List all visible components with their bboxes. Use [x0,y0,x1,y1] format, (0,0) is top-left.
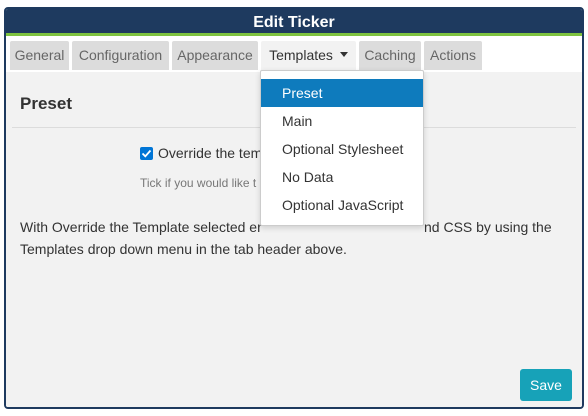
dropdown-item-optional-javascript[interactable]: Optional JavaScript [261,191,423,219]
description-line-1-left: With Override the Template selected er [20,219,262,235]
dropdown-item-no-data[interactable]: No Data [261,163,423,191]
tab-configuration[interactable]: Configuration [72,41,169,70]
dropdown-item-preset[interactable]: Preset [261,79,423,107]
section-title: Preset [20,94,72,113]
tab-bar: General Configuration Appearance Templat… [6,39,582,72]
dropdown-item-optional-stylesheet[interactable]: Optional Stylesheet [261,135,423,163]
tab-templates-label: Templates [269,47,333,63]
tab-general[interactable]: General [10,41,69,70]
dialog-title: Edit Ticker [6,9,582,36]
tab-caching[interactable]: Caching [359,41,421,70]
override-template-checkbox[interactable] [140,146,153,160]
description-line-1-right: nd CSS by using the [424,219,552,235]
tab-appearance[interactable]: Appearance [172,41,258,70]
save-button[interactable]: Save [520,369,572,401]
caret-down-icon [339,51,348,57]
tab-templates[interactable]: Templates [261,41,356,70]
templates-dropdown-menu: Preset Main Optional Stylesheet No Data … [260,70,424,226]
override-template-row: Override the tem [140,144,262,162]
tab-actions[interactable]: Actions [424,41,482,70]
override-template-label[interactable]: Override the tem [158,145,262,161]
description-line-2: Templates drop down menu in the tab head… [20,241,347,257]
dropdown-item-main[interactable]: Main [261,107,423,135]
override-help-text: Tick if you would like t [140,176,257,190]
check-icon [141,149,152,158]
